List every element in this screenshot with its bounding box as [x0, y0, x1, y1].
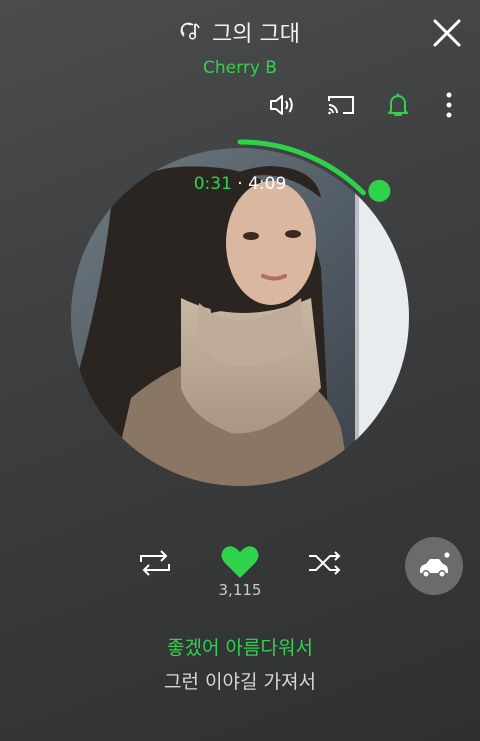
- artist-name[interactable]: Cherry B: [0, 58, 480, 78]
- close-icon[interactable]: [432, 18, 462, 48]
- repeat-icon[interactable]: [136, 548, 174, 578]
- car-icon: [420, 552, 450, 578]
- cast-icon[interactable]: [326, 90, 356, 120]
- song-title-text: 그의 그대: [212, 22, 300, 47]
- music-note-icon: [180, 22, 200, 40]
- speaker-icon[interactable]: [267, 90, 297, 120]
- time-separator: ·: [237, 174, 243, 194]
- shuffle-icon[interactable]: [306, 548, 344, 578]
- lyric-current-line[interactable]: 좋겠어 아름다워서: [0, 633, 480, 660]
- elapsed-time: 0:31: [193, 174, 232, 194]
- total-time: 4:09: [248, 174, 287, 194]
- like-count: 3,115: [218, 581, 262, 599]
- playback-time: 0:31 · 4:09: [0, 174, 480, 194]
- bell-icon[interactable]: [383, 90, 413, 120]
- more-vertical-icon[interactable]: [434, 90, 464, 120]
- car-mode-button[interactable]: [405, 537, 463, 595]
- heart-icon[interactable]: [220, 544, 260, 580]
- song-title: 그의 그대: [0, 16, 480, 48]
- lyric-next-line[interactable]: 그런 이야길 가져서: [0, 667, 480, 694]
